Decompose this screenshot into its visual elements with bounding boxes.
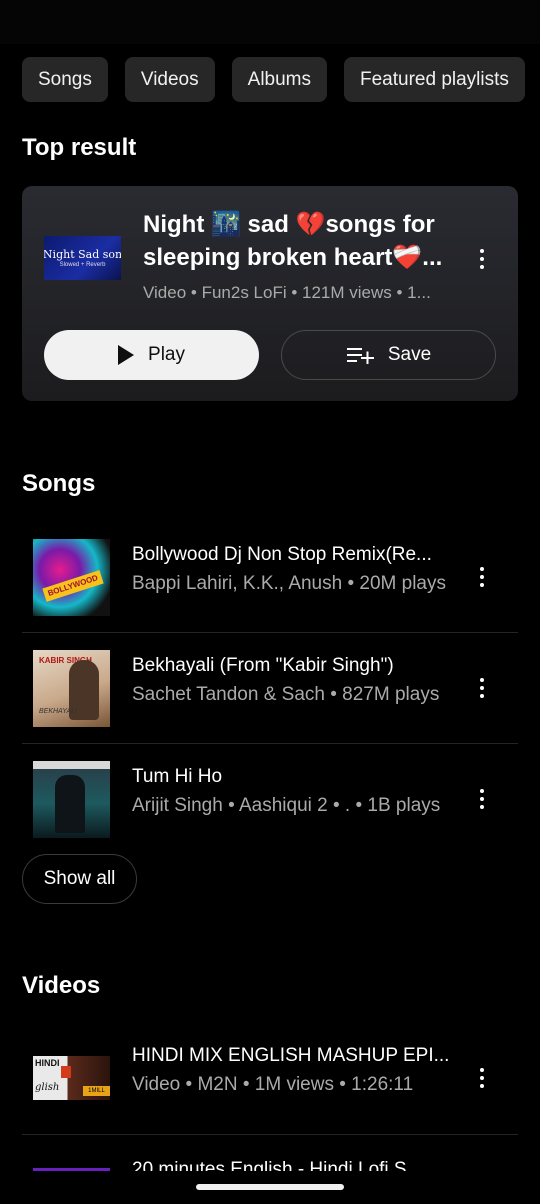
home-indicator[interactable] [196, 1184, 344, 1190]
video-thumbnail-subtext: glish [35, 1082, 60, 1093]
top-result-thumbnail-subtext: Slowed + Reverb [59, 262, 106, 268]
play-button-label: Play [148, 344, 185, 365]
top-result-title[interactable]: Night 🌃 sad 💔songs for sleeping broken h… [143, 208, 463, 274]
videos-heading: Videos [22, 972, 101, 999]
more-options-icon[interactable] [470, 1063, 494, 1093]
save-button-label: Save [387, 344, 432, 365]
video-row[interactable]: HINDI glish 1MILL HINDI MIX ENGLISH MASH… [22, 1023, 518, 1133]
save-button[interactable]: Save [281, 330, 496, 380]
top-result-subtitle: Video • Fun2s LoFi • 121M views • 1... [143, 283, 431, 302]
song-row[interactable]: BOLLYWOOD Bollywood Dj Non Stop Remix(Re… [22, 522, 518, 632]
song-subtitle: Bappi Lahiri, K.K., Anush • 20M plays [132, 573, 446, 594]
chip-featured-playlists[interactable]: Featured playlists [344, 57, 525, 102]
top-result-heading: Top result [22, 134, 137, 161]
song-row[interactable]: KABIR SINGH BEKHAYALI Bekhayali (From "K… [22, 633, 518, 743]
more-options-icon[interactable] [470, 784, 494, 814]
play-icon [118, 345, 135, 365]
song-thumbnail-subtext: BEKHAYALI [39, 708, 78, 715]
song-thumbnail: BOLLYWOOD [33, 539, 110, 616]
song-subtitle: Arijit Singh • Aashiqui 2 • . • 1B plays [132, 795, 441, 816]
video-title: HINDI MIX ENGLISH MASHUP EPI... [132, 1045, 450, 1066]
song-title: Bollywood Dj Non Stop Remix(Re... [132, 544, 432, 565]
video-thumbnail-text: HINDI [35, 1058, 60, 1068]
chip-videos[interactable]: Videos [124, 57, 215, 102]
song-thumbnail [33, 761, 110, 838]
song-thumbnail-text: BOLLYWOOD [42, 570, 104, 602]
song-title: Tum Hi Ho [132, 766, 223, 787]
song-thumbnail: KABIR SINGH BEKHAYALI [33, 650, 110, 727]
top-result-thumbnail-text: Night Sad son [44, 248, 121, 261]
show-all-button[interactable]: Show all [22, 854, 137, 904]
video-thumbnail-badge: 1MILL [83, 1086, 110, 1096]
chip-songs[interactable]: Songs [22, 57, 108, 102]
filter-chips: Songs Videos Albums Featured playlists [22, 57, 540, 102]
top-result-thumbnail[interactable]: Night Sad son Slowed + Reverb [44, 236, 121, 280]
chip-albums[interactable]: Albums [231, 57, 327, 102]
song-title: Bekhayali (From "Kabir Singh") [132, 655, 394, 676]
top-result-card[interactable]: Night Sad son Slowed + Reverb Night 🌃 sa… [22, 186, 518, 401]
more-options-icon[interactable] [470, 673, 494, 703]
top-result-title-line1: Night 🌃 sad 💔songs for [143, 211, 435, 238]
video-thumbnail: HINDI glish 1MILL [33, 1056, 110, 1100]
song-row[interactable]: Tum Hi Ho Arijit Singh • Aashiqui 2 • . … [22, 744, 518, 854]
video-subtitle: Video • M2N • 1M views • 1:26:11 [132, 1074, 414, 1095]
songs-heading: Songs [22, 470, 96, 497]
more-options-icon[interactable] [470, 244, 494, 274]
playlist-add-icon [346, 348, 374, 364]
top-result-title-line2: sleeping broken heart❤️‍🩹... [143, 244, 443, 271]
song-subtitle: Sachet Tandon & Sach • 827M plays [132, 684, 440, 705]
status-bar [0, 0, 540, 44]
play-button[interactable]: Play [44, 330, 259, 380]
more-options-icon[interactable] [470, 562, 494, 592]
video-row[interactable]: 20 minutes English - Hindi Lofi S... [22, 1135, 518, 1175]
